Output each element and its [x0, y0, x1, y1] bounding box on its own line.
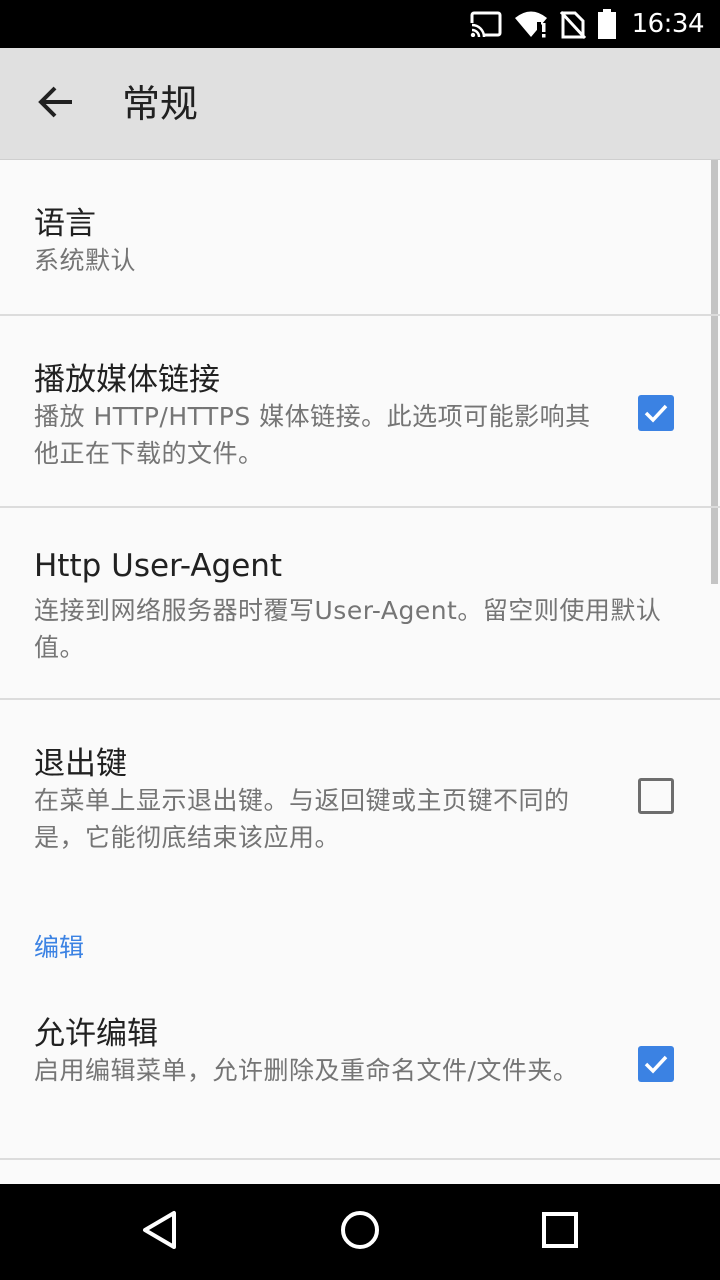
pref-title: 退出键	[34, 746, 127, 782]
battery-icon	[597, 9, 616, 39]
divider	[0, 1158, 720, 1160]
home-circle-icon[interactable]	[339, 1209, 381, 1255]
pref-title: 允许编辑	[34, 1016, 158, 1052]
settings-list[interactable]: 语言 系统默认 播放媒体链接 播放 HTTP/HTTPS 媒体链接。此选项可能影…	[0, 160, 720, 1184]
navigation-bar	[0, 1184, 720, 1280]
allow-editing-checkbox[interactable]	[638, 1046, 674, 1082]
pref-title: 播放媒体链接	[34, 362, 220, 398]
pref-summary: 连接到网络服务器时覆写User-Agent。留空则使用默认值。	[34, 596, 662, 662]
status-time: 16:34	[631, 9, 705, 39]
pref-play-media-links[interactable]: 播放媒体链接 播放 HTTP/HTTPS 媒体链接。此选项可能影响其他正在下载的…	[0, 316, 720, 506]
pref-exit-key[interactable]: 退出键 在菜单上显示退出键。与返回键或主页键不同的是，它能彻底结束该应用。	[0, 700, 720, 880]
app-bar: 常规	[0, 48, 720, 160]
recents-square-icon[interactable]	[542, 1212, 578, 1252]
pref-summary: 播放 HTTP/HTTPS 媒体链接。此选项可能影响其他正在下载的文件。	[34, 402, 591, 468]
status-bar: 16:34	[0, 0, 720, 48]
check-icon	[644, 1055, 668, 1074]
no-sim-icon	[559, 9, 586, 39]
nav-recents-button[interactable]	[532, 1204, 588, 1260]
nav-back-button[interactable]	[132, 1204, 188, 1260]
back-button[interactable]	[24, 76, 88, 132]
pref-title: Http User-Agent	[34, 548, 283, 584]
back-triangle-icon[interactable]	[140, 1210, 180, 1254]
pref-summary: 在菜单上显示退出键。与返回键或主页键不同的是，它能彻底结束该应用。	[34, 786, 570, 852]
wifi-icon	[514, 10, 548, 38]
cast-icon	[469, 11, 502, 37]
play-media-checkbox[interactable]	[638, 395, 674, 431]
pref-allow-editing[interactable]: 允许编辑 启用编辑菜单，允许删除及重命名文件/文件夹。	[0, 970, 720, 1158]
pref-summary: 系统默认	[34, 246, 137, 275]
nav-home-button[interactable]	[332, 1204, 388, 1260]
exit-key-checkbox[interactable]	[638, 778, 674, 814]
pref-title: 语言	[34, 206, 96, 242]
status-icons: 16:34	[469, 0, 705, 48]
page-title: 常规	[122, 82, 199, 126]
category-header-edit: 编辑	[34, 933, 85, 962]
check-icon	[644, 404, 668, 423]
pref-http-user-agent[interactable]: Http User-Agent 连接到网络服务器时覆写User-Agent。留空…	[0, 508, 720, 698]
pref-summary: 启用编辑菜单，允许删除及重命名文件/文件夹。	[34, 1056, 579, 1085]
arrow-back-icon[interactable]	[38, 86, 74, 122]
pref-language[interactable]: 语言 系统默认	[0, 160, 720, 315]
